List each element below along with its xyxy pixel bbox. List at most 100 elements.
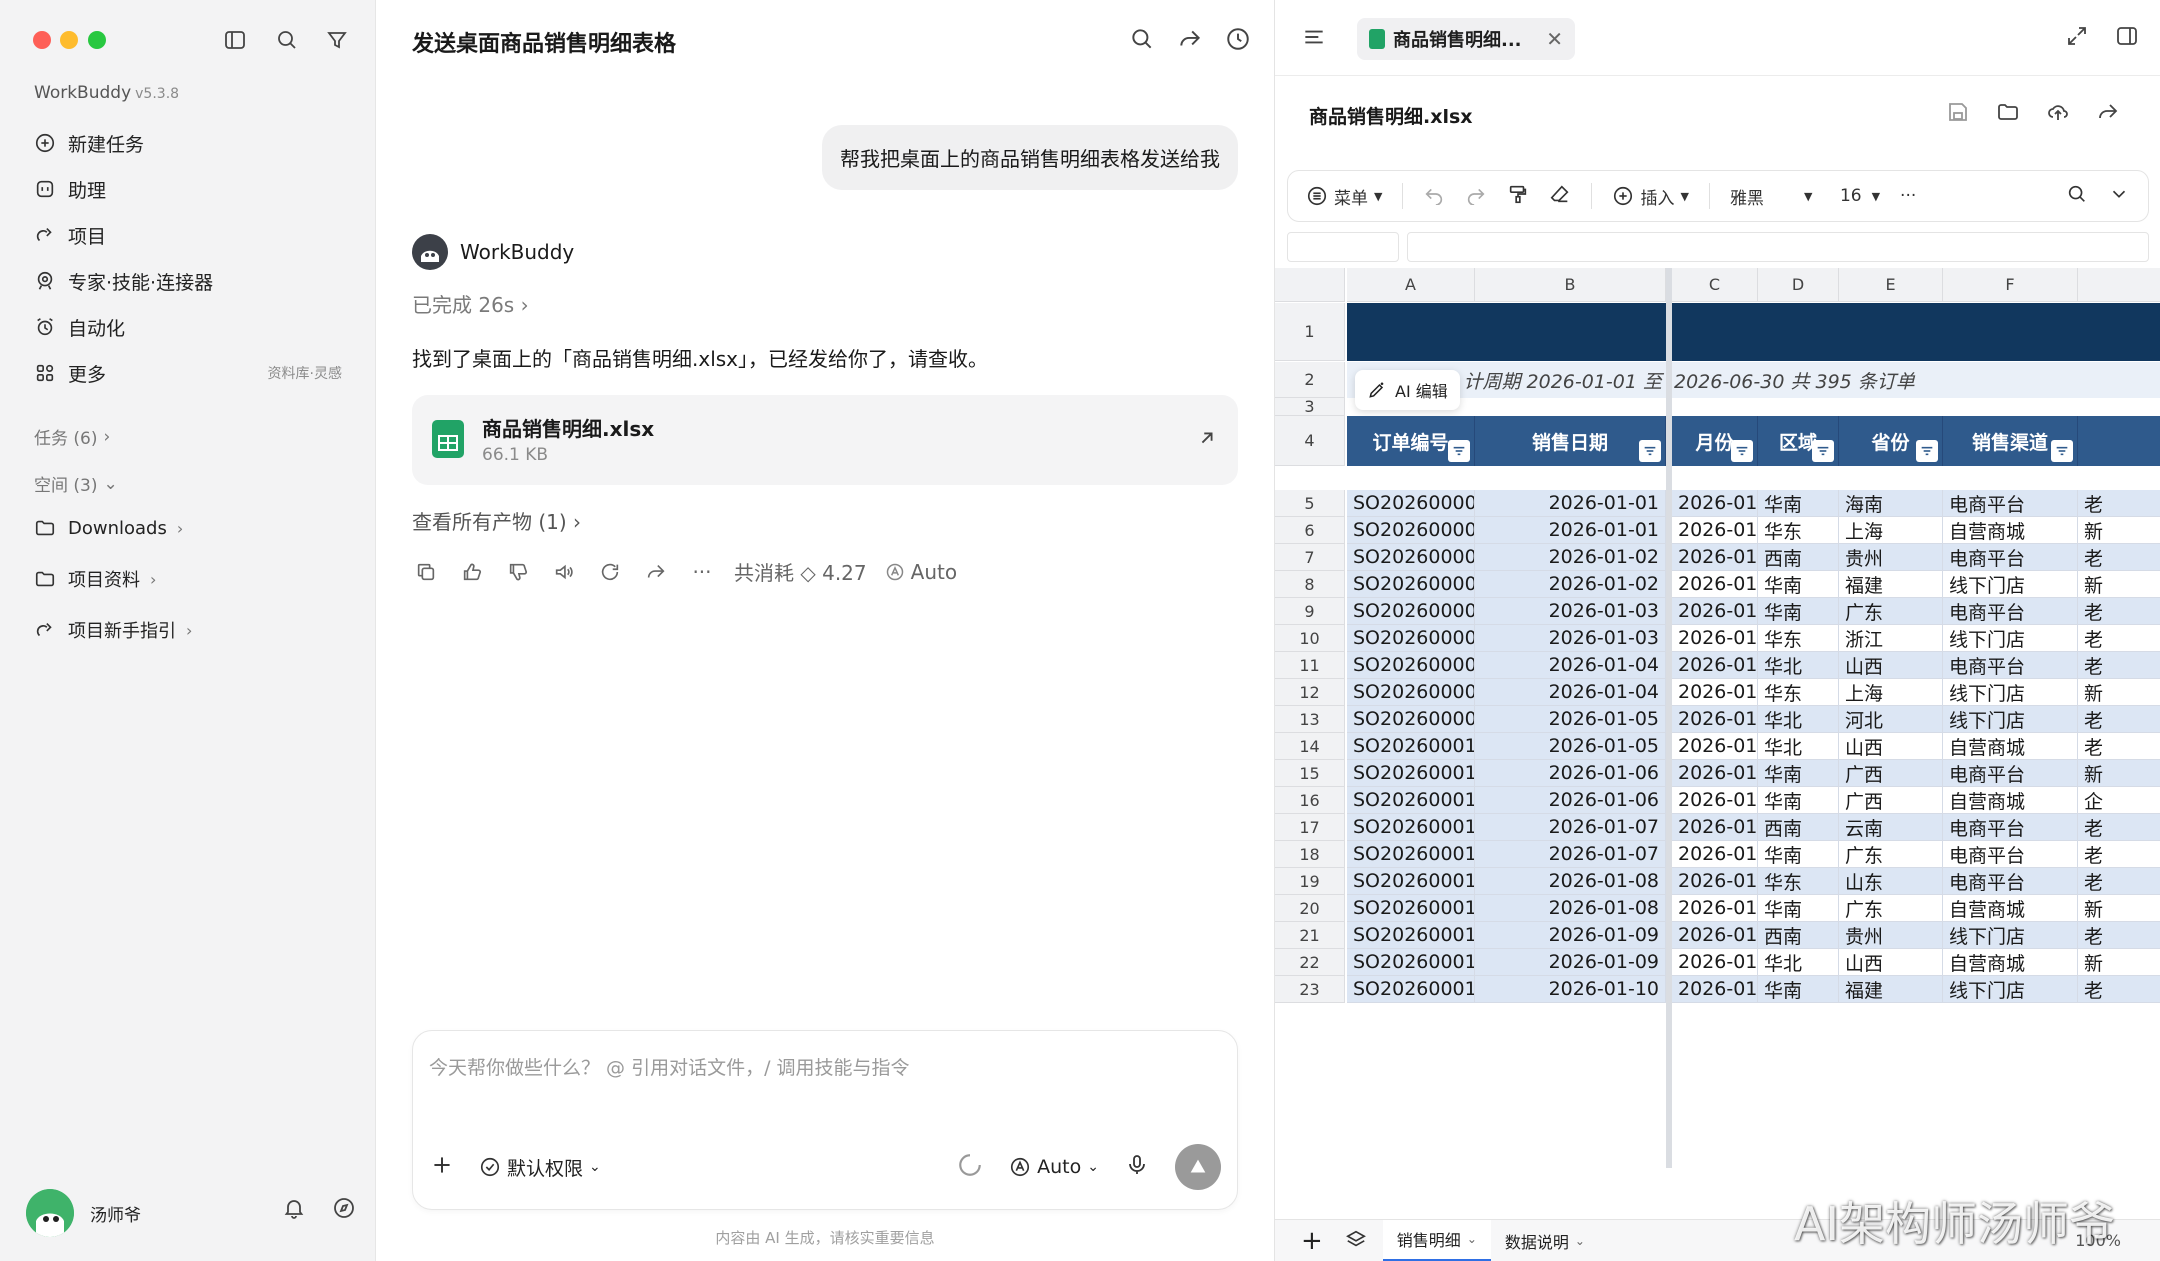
table-cell[interactable]: 老 xyxy=(2078,490,2160,517)
table-cell[interactable]: 贵州 xyxy=(1839,922,1943,949)
table-cell[interactable]: 老 xyxy=(2078,814,2160,841)
table-header-cell[interactable] xyxy=(2078,416,2160,466)
table-cell[interactable]: 2026-01 xyxy=(1672,517,1758,544)
table-cell[interactable]: 海南 xyxy=(1839,490,1943,517)
table-cell[interactable]: 2026-01 xyxy=(1672,544,1758,571)
folder-icon[interactable] xyxy=(1996,100,2020,128)
table-cell[interactable]: 2026-01 xyxy=(1672,571,1758,598)
table-header-cell[interactable]: 区域 xyxy=(1758,416,1839,466)
ai-edit-button[interactable]: AI 编辑 xyxy=(1355,370,1460,410)
table-cell[interactable]: SO202600010 xyxy=(1347,733,1475,760)
table-cell[interactable]: 上海 xyxy=(1839,517,1943,544)
table-cell[interactable]: 2026-01 xyxy=(1672,760,1758,787)
table-cell[interactable]: SO202600005 xyxy=(1347,598,1475,625)
font-dropdown[interactable]: 雅黑 ▼ xyxy=(1730,184,1820,209)
list-icon[interactable] xyxy=(1301,24,1327,54)
table-cell[interactable]: SO202600008 xyxy=(1347,679,1475,706)
table-cell[interactable]: 华南 xyxy=(1758,841,1839,868)
column-header[interactable] xyxy=(2078,268,2160,302)
table-cell[interactable]: 西南 xyxy=(1758,814,1839,841)
table-cell[interactable]: 华东 xyxy=(1758,517,1839,544)
table-cell[interactable]: 2026-01 xyxy=(1672,841,1758,868)
table-cell[interactable]: 线下门店 xyxy=(1943,679,2078,706)
table-cell[interactable]: 华南 xyxy=(1758,490,1839,517)
chevron-down-icon[interactable] xyxy=(2108,183,2130,210)
nav-experts[interactable]: 专家·技能·连接器 xyxy=(32,263,352,299)
table-cell[interactable]: 2026-01-02 xyxy=(1475,544,1666,571)
table-cell[interactable]: 2026-01-06 xyxy=(1475,760,1666,787)
row-header[interactable]: 19 xyxy=(1275,868,1345,895)
table-cell[interactable]: 2026-01-07 xyxy=(1475,814,1666,841)
table-cell[interactable]: 2026-01 xyxy=(1672,625,1758,652)
table-cell[interactable]: 华南 xyxy=(1758,760,1839,787)
row-header[interactable]: 4 xyxy=(1275,416,1345,466)
filter-icon[interactable] xyxy=(1639,440,1661,462)
more-icon[interactable]: ··· xyxy=(688,558,716,586)
minimize-window-button[interactable] xyxy=(60,31,78,49)
format-painter-icon[interactable] xyxy=(1507,183,1529,210)
table-cell[interactable]: 电商平台 xyxy=(1943,760,2078,787)
row-header[interactable]: 5 xyxy=(1275,490,1345,517)
table-cell[interactable]: 电商平台 xyxy=(1943,868,2078,895)
table-cell[interactable]: 2026-01-07 xyxy=(1475,841,1666,868)
filter-icon[interactable] xyxy=(1448,440,1470,462)
row-header[interactable]: 10 xyxy=(1275,625,1345,652)
formula-bar[interactable] xyxy=(1407,232,2149,262)
row-header[interactable]: 13 xyxy=(1275,706,1345,733)
row-header[interactable]: 11 xyxy=(1275,652,1345,679)
row-header[interactable]: 1 xyxy=(1275,303,1345,361)
row-header[interactable]: 6 xyxy=(1275,517,1345,544)
table-header-cell[interactable]: 订单编号 xyxy=(1347,416,1475,466)
table-cell[interactable]: 自营商城 xyxy=(1943,517,2078,544)
table-cell[interactable]: 自营商城 xyxy=(1943,733,2078,760)
table-cell[interactable]: 线下门店 xyxy=(1943,571,2078,598)
table-cell[interactable]: 老 xyxy=(2078,922,2160,949)
table-cell[interactable]: 华北 xyxy=(1758,706,1839,733)
maximize-window-button[interactable] xyxy=(88,31,106,49)
tasks-section[interactable]: 任务 (6) › xyxy=(34,424,110,450)
table-cell[interactable]: 广东 xyxy=(1839,841,1943,868)
table-cell[interactable]: 河北 xyxy=(1839,706,1943,733)
message-input[interactable]: 今天帮你做些什么？ @ 引用对话文件，/ 调用技能与指令 默认权限 ⌄ Auto… xyxy=(412,1030,1238,1210)
table-cell[interactable]: SO202600006 xyxy=(1347,625,1475,652)
close-icon[interactable]: ✕ xyxy=(1546,27,1563,51)
table-cell[interactable]: 贵州 xyxy=(1839,544,1943,571)
table-cell[interactable]: 线下门店 xyxy=(1943,976,2078,1003)
table-cell[interactable]: 新 xyxy=(2078,571,2160,598)
eraser-icon[interactable] xyxy=(1549,183,1571,210)
table-cell[interactable]: 浙江 xyxy=(1839,625,1943,652)
table-cell[interactable]: 西南 xyxy=(1758,922,1839,949)
more-options[interactable]: ··· xyxy=(1900,186,1916,206)
table-cell[interactable]: 2026-01 xyxy=(1672,490,1758,517)
row-header[interactable]: 17 xyxy=(1275,814,1345,841)
table-cell[interactable]: SO202600007 xyxy=(1347,652,1475,679)
table-header-cell[interactable]: 省份 xyxy=(1839,416,1943,466)
copy-icon[interactable] xyxy=(412,558,440,586)
table-cell[interactable]: 华南 xyxy=(1758,598,1839,625)
table-cell[interactable]: 2026-01-05 xyxy=(1475,733,1666,760)
font-size-dropdown[interactable]: 16 ▼ xyxy=(1840,186,1880,206)
thumbs-up-icon[interactable] xyxy=(458,558,486,586)
column-header[interactable]: B xyxy=(1475,268,1666,302)
share-icon[interactable] xyxy=(642,558,670,586)
table-cell[interactable]: 华北 xyxy=(1758,949,1839,976)
table-cell[interactable]: 2026-01-05 xyxy=(1475,706,1666,733)
table-cell[interactable]: 老 xyxy=(2078,976,2160,1003)
folder-project-materials[interactable]: 项目资料 › xyxy=(32,561,156,597)
microphone-icon[interactable] xyxy=(1125,1153,1149,1181)
table-cell[interactable]: 2026-01 xyxy=(1672,976,1758,1003)
save-icon[interactable] xyxy=(1946,100,1970,128)
table-cell[interactable]: 自营商城 xyxy=(1943,787,2078,814)
table-cell[interactable]: 福建 xyxy=(1839,976,1943,1003)
table-cell[interactable]: 2026-01-10 xyxy=(1475,976,1666,1003)
cell-name-box[interactable] xyxy=(1287,232,1399,262)
table-cell[interactable]: 线下门店 xyxy=(1943,625,2078,652)
table-cell[interactable]: 2026-01-08 xyxy=(1475,868,1666,895)
table-cell[interactable]: 上海 xyxy=(1839,679,1943,706)
filter-button[interactable] xyxy=(322,25,352,55)
nav-assistant[interactable]: 助理 xyxy=(32,171,352,207)
row-header[interactable]: 14 xyxy=(1275,733,1345,760)
history-icon[interactable] xyxy=(1225,26,1251,56)
table-cell[interactable]: 新 xyxy=(2078,895,2160,922)
table-cell[interactable]: 华南 xyxy=(1758,571,1839,598)
